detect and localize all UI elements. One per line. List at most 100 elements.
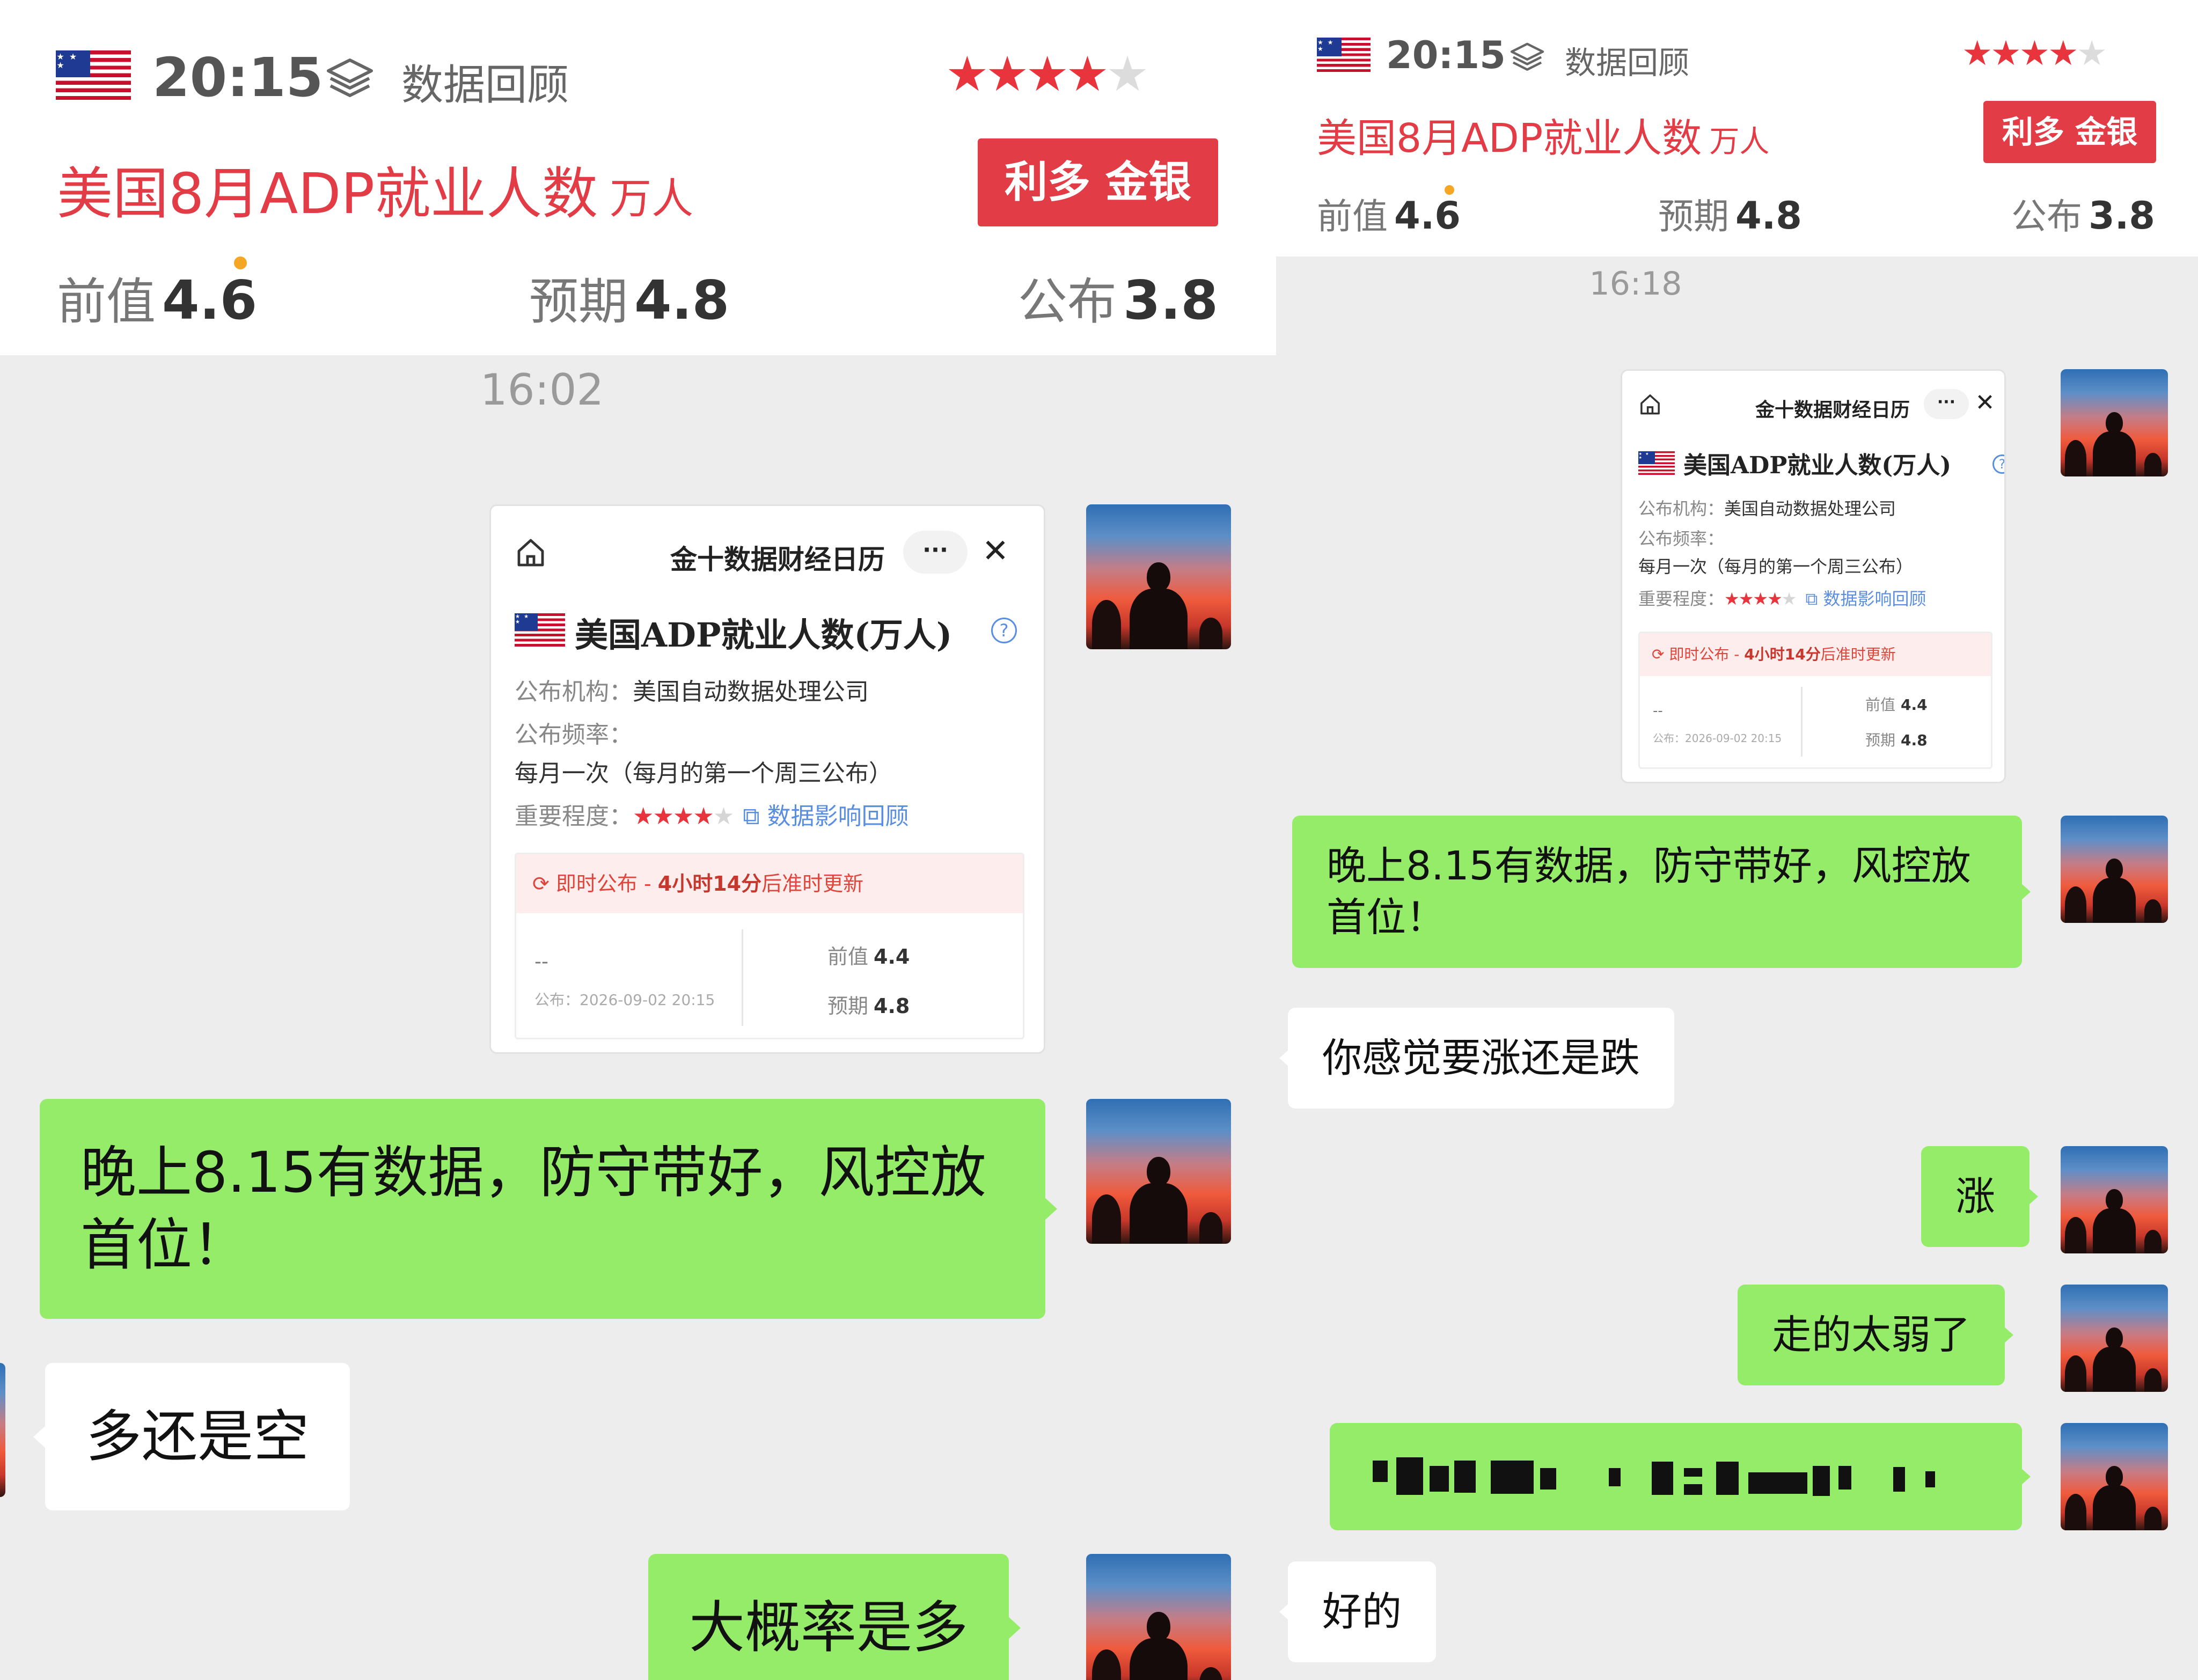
alert-suffix: 后准时更新 (1820, 645, 1896, 663)
home-icon[interactable] (1638, 392, 1662, 416)
contact-avatar[interactable] (0, 1363, 5, 1497)
divider (1801, 687, 1803, 757)
impact-review-text: 数据影响回顾 (1823, 589, 1926, 609)
revision-dot (234, 256, 247, 269)
actual-value: 公布 3.8 (1018, 262, 1218, 333)
publisher-value: 美国自动数据处理公司 (633, 678, 869, 706)
importance-label: 重要程度： (1638, 589, 1725, 609)
event-title-text: 美国8月ADP就业人数 (57, 161, 598, 226)
indicator-name: 美国ADP就业人数(万人) (1683, 452, 1952, 479)
card-previous-value: 4.4 (874, 945, 910, 969)
data-review-link[interactable]: 数据回顾 (401, 52, 569, 112)
frequency-text: 每月一次（每月的第一个周三公布） (1638, 556, 1914, 577)
message-bubble-received[interactable]: 好的 (1279, 1561, 1436, 1663)
message-bubble-sent[interactable]: 走的太弱了 (1738, 1285, 2013, 1386)
more-icon[interactable]: ··· (903, 531, 968, 574)
layers-icon[interactable] (324, 56, 376, 99)
expected-number: 4.8 (634, 269, 730, 332)
avatar[interactable] (2061, 1285, 2168, 1392)
alert-clock-icon: ⟳ (532, 872, 556, 896)
card-previous: 前值 4.4 (1865, 693, 1928, 715)
help-icon[interactable]: ? (1992, 454, 2004, 474)
shared-calendar-card[interactable]: 金十数据财经日历 ··· ✕ 美国ADP就业人数(万人) ? 公布机构：美国自动… (1621, 369, 2006, 783)
layers-icon[interactable] (1508, 41, 1546, 72)
card-expected-label: 预期 (1865, 731, 1896, 749)
help-icon[interactable]: ? (991, 618, 1017, 643)
importance-row: 重要程度：★★★★★ ⧉ 数据影响回顾 (1638, 585, 1926, 610)
star-icon: ★ (1962, 34, 1992, 74)
card-title: 金十数据财经日历 (1755, 399, 1910, 421)
frequency-value: 每月一次（每月的第一个周三公布） (515, 754, 892, 788)
message-bubble-sent[interactable]: 晚上8.15有数据，防守带好，风控放首位！ (40, 1099, 1057, 1319)
publish-time: 公布：2026-09-02 20:15 (1653, 732, 1782, 745)
star-icon: ★ (1066, 46, 1109, 102)
avatar[interactable] (2061, 369, 2168, 476)
card-expected-value: 4.8 (1901, 731, 1928, 749)
avatar[interactable] (1086, 504, 1231, 649)
actual-placeholder: -- (1653, 703, 1663, 719)
star-icon: ★ (2048, 34, 2078, 74)
card-previous: 前值 4.4 (827, 940, 910, 970)
event-unit: 万人 (1709, 124, 1770, 159)
star-icon: ★ (1025, 46, 1069, 102)
previous-label: 前值 (57, 273, 156, 331)
alert-suffix: 后准时更新 (761, 872, 864, 896)
shared-calendar-card[interactable]: 金十数据财经日历 ··· ✕ 美国ADP就业人数(万人) ? 公布机构：美国自动… (489, 504, 1045, 1054)
alert-prefix: 即时公布 - (1669, 645, 1745, 663)
event-title: 美国8月ADP就业人数 万人 (57, 148, 693, 229)
frequency-label: 公布频率： (1638, 529, 1725, 549)
alert-prefix: 即时公布 - (555, 872, 658, 896)
card-title: 金十数据财经日历 (670, 544, 885, 575)
event-time: 20:15 (1386, 33, 1506, 77)
avatar[interactable] (2061, 1423, 2168, 1530)
impact-review-link[interactable]: ⧉ 数据影响回顾 (743, 803, 908, 830)
close-icon[interactable]: ✕ (1970, 388, 2000, 418)
event-unit: 万人 (610, 175, 694, 223)
message-bubble-sent[interactable]: 晚上8.15有数据，防守带好，风控放首位！ (1292, 816, 2031, 969)
message-bubble-received[interactable]: 多还是空 (33, 1363, 350, 1511)
publisher-label: 公布机构： (1638, 498, 1725, 519)
card-expected-value: 4.8 (874, 994, 910, 1018)
message-bubble-received[interactable]: 你感觉要涨还是跌 (1279, 1008, 1674, 1109)
message-bubble-sent[interactable]: 大概率是多 (648, 1554, 1021, 1680)
importance-label: 重要程度： (515, 803, 633, 830)
expected-value: 预期 4.8 (529, 262, 729, 333)
alert-time: 4小时14分 (1744, 645, 1821, 663)
revision-dot (1445, 185, 1454, 195)
home-icon[interactable] (515, 536, 547, 568)
actual-label: 公布 (2011, 196, 2082, 237)
previous-value: 前值 4.6 (1317, 188, 1461, 239)
divider (742, 929, 743, 1026)
redacted-message-bubble[interactable] (1330, 1423, 2031, 1530)
avatar[interactable] (2061, 816, 2168, 923)
pixelated-redaction (1330, 1423, 2022, 1530)
card-previous-label: 前值 (1865, 696, 1896, 714)
importance-stars: ★★★★★ (1962, 34, 2107, 74)
avatar[interactable] (2061, 1146, 2168, 1253)
card-previous-label: 前值 (827, 945, 869, 969)
star-icon: ★ (1990, 34, 2021, 74)
data-review-link[interactable]: 数据回顾 (1565, 38, 1689, 83)
us-flag-icon (56, 50, 131, 100)
previous-number: 4.6 (1394, 194, 1461, 238)
previous-value: 前值 4.6 (57, 262, 257, 333)
right-screenshot: 20:15 数据回顾 ★★★★★ 美国8月ADP就业人数万人 利多 金银 前值4… (1276, 0, 2198, 1680)
publish-time: 公布：2026-09-02 20:15 (534, 991, 715, 1009)
publisher-row: 公布机构：美国自动数据处理公司 (1638, 495, 1896, 520)
impact-review-link[interactable]: ⧉ 数据影响回顾 (1805, 589, 1926, 609)
card-previous-value: 4.4 (1901, 696, 1928, 714)
more-icon[interactable]: ··· (1924, 389, 1969, 419)
avatar[interactable] (1086, 1099, 1231, 1244)
importance-stars: ★★★★★ (946, 46, 1149, 102)
close-icon[interactable]: ✕ (974, 530, 1017, 573)
avatar[interactable] (1086, 1554, 1231, 1680)
impact-badge: 利多 金银 (1983, 101, 2156, 163)
event-header: 20:15 数据回顾 ★★★★★ 美国8月ADP就业人数万人 利多 金银 前值4… (1276, 0, 2198, 256)
actual-number: 3.8 (2088, 194, 2155, 238)
card-expected-label: 预期 (827, 994, 869, 1018)
event-time: 20:15 (152, 46, 324, 109)
message-bubble-sent[interactable]: 涨 (1921, 1146, 2038, 1248)
frequency-value: 每月一次（每月的第一个周三公布） (1638, 553, 1913, 578)
chat-timestamp: 16:02 (480, 365, 604, 415)
indicator-name: 美国ADP就业人数(万人) (575, 615, 953, 655)
